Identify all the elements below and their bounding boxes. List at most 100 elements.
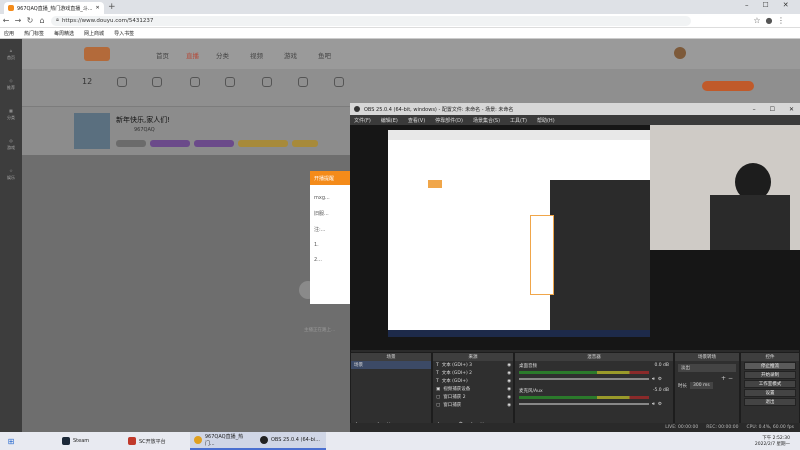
speaker-icon[interactable]: 🔊︎ [652,376,655,382]
mixer-channel-db: 0.0 dB [654,363,669,368]
clock[interactable]: 下午 2:52:30 2022/2/7 星期一 [755,435,800,447]
alarm-icon[interactable] [190,77,200,87]
minimize-icon[interactable]: – [745,1,749,9]
source-label: 窗口捕获 [443,403,462,408]
bookmark-item[interactable]: 热门标签 [24,30,44,37]
obs-menubar: 文件(F) 编辑(E) 查看(V) 停靠部件(D) 场景集合(S) 工具(T) … [350,115,800,125]
captured-logo [428,180,442,188]
bookmark-item[interactable]: 导入书签 [114,30,134,37]
nav-item-home[interactable]: 首页 [156,50,169,60]
feature-icon[interactable] [298,77,308,87]
pc-client-button[interactable] [702,81,754,91]
bookmark-item[interactable]: 应用 [4,30,14,37]
bookmark-item[interactable]: 每周精选 [54,30,74,37]
feature-icon[interactable] [117,77,127,87]
captured-browser-chrome [388,130,650,140]
menu-edit[interactable]: 编辑(E) [381,117,398,124]
feature-icon[interactable] [152,77,162,87]
eye-icon[interactable]: ◉ [507,363,513,368]
start-recording-button[interactable]: 开始录制 [744,371,796,379]
nav-item-category[interactable]: 分类 [216,50,229,60]
home-icon[interactable]: ⌂ [36,15,48,27]
menu-tools[interactable]: 工具(T) [510,117,527,124]
nav-item-live[interactable]: 直播 [186,50,199,60]
obs-icon [260,436,268,444]
camera-icon: ▣ [436,386,441,392]
mixer-channel: 麦克风/Aux -5.0 dB [519,388,669,394]
sidebar-item-category[interactable]: ▦ 分类 [0,99,22,129]
eye-icon[interactable]: ◉ [507,379,513,384]
stop-streaming-button[interactable]: 停止推流 [744,362,796,370]
source-item[interactable]: T 文本 (GDI+) ◉ [433,377,513,385]
close-tab-icon[interactable]: ✕ [96,5,100,11]
maximize-icon[interactable]: ☐ [770,106,775,113]
transition-select[interactable]: 淡出 [678,364,736,372]
menu-help[interactable]: 帮助(H) [537,117,555,124]
taskbar-item-sc[interactable]: SC开放平台 [124,432,190,450]
video-player[interactable]: 主播正在路上... [22,155,350,432]
reload-icon[interactable]: ↻ [24,15,36,27]
maximize-icon[interactable]: ☐ [763,1,769,9]
gift-icon[interactable] [262,77,272,87]
profile-icon[interactable]: ● [763,15,775,27]
streamer-badge [194,140,234,147]
source-item[interactable]: ▢ 窗口捕获 ◉ [433,401,513,409]
gear-icon[interactable]: ⚙ [658,377,662,382]
source-label: 窗口捕获 2 [443,395,466,400]
feature-icon[interactable] [225,77,235,87]
forward-icon[interactable]: → [12,15,24,27]
source-item[interactable]: T 文本 (GDI+) 3 ◉ [433,361,513,369]
taskbar-item-steam[interactable]: Steam [58,432,124,450]
obs-title: OBS 25.0.4 (64-bit, windows) - 配置文件: 未命名… [364,106,514,113]
menu-docks[interactable]: 停靠部件(D) [435,117,463,124]
menu-icon[interactable]: ⋮ [775,15,787,27]
scene-item[interactable]: 场景 [351,361,431,369]
menu-view[interactable]: 查看(V) [408,117,425,124]
sidebar-item-games[interactable]: ◎ 游戏 [0,129,22,159]
source-item[interactable]: ▣ 视频捕获设备 ◉ [433,385,513,393]
speaker-icon[interactable]: 🔊︎ [652,401,655,407]
eye-icon[interactable]: ◉ [507,371,513,376]
avatar[interactable] [674,47,686,59]
nav-item-fishbar[interactable]: 鱼吧 [318,50,331,60]
streamer-name[interactable]: 967QAQ [134,127,155,133]
source-item[interactable]: ▢ 窗口捕获 2 ◉ [433,393,513,401]
settings-button[interactable]: 设置 [744,389,796,397]
close-window-icon[interactable]: ✕ [783,1,789,9]
taskbar-item-obs[interactable]: OBS 25.0.4 (64-bi... [256,432,326,450]
eye-icon[interactable]: ◉ [507,395,513,400]
nav-item-video[interactable]: 视频 [250,50,263,60]
transition-add-remove[interactable]: + − [675,375,739,382]
exit-button[interactable]: 退出 [744,398,796,406]
bookmark-item[interactable]: 网上商城 [84,30,104,37]
volume-slider[interactable] [519,378,649,380]
browser-tab[interactable]: 967QAQ直播_热门游戏直播_斗... ✕ [4,2,104,14]
captured-popup [530,215,554,295]
duration-input[interactable]: 300 ms [690,382,713,389]
new-tab-icon[interactable]: + [108,2,116,12]
close-window-icon[interactable]: ✕ [789,106,794,113]
back-icon[interactable]: ← [0,15,12,27]
source-item[interactable]: T 文本 (GDI+) 2 ◉ [433,369,513,377]
url-input[interactable]: 🔒︎ https://www.douyu.com/5431237 [51,15,691,26]
studio-mode-button[interactable]: 工作室模式 [744,380,796,388]
eye-icon[interactable]: ◉ [507,403,513,408]
menu-scene-collection[interactable]: 场景集合(S) [473,117,500,124]
taskbar-item-label: SC开放平台 [139,438,166,445]
eye-icon[interactable]: ◉ [507,387,513,392]
volume-slider[interactable] [519,403,649,405]
sidebar-item-home[interactable]: ⌂ 首页 [0,39,22,69]
feature-icon[interactable] [334,77,344,87]
nav-item-games[interactable]: 游戏 [284,50,297,60]
start-button[interactable]: ⊞ [0,432,22,450]
taskbar-item-label: Steam [73,438,90,444]
minimize-icon[interactable]: – [753,106,756,113]
star-icon[interactable]: ☆ [751,15,763,27]
site-left-sidebar: ⌂ 首页 ◇ 推荐 ▦ 分类 ◎ 游戏 ☆ 娱乐 [0,39,22,432]
sidebar-item-entertainment[interactable]: ☆ 娱乐 [0,159,22,189]
taskbar-item-chrome[interactable]: 967QAQ直播_热门... [190,432,256,450]
sidebar-item-recommend[interactable]: ◇ 推荐 [0,69,22,99]
streamer-avatar[interactable] [74,113,110,149]
gear-icon[interactable]: ⚙ [658,402,662,407]
menu-file[interactable]: 文件(F) [354,117,371,124]
